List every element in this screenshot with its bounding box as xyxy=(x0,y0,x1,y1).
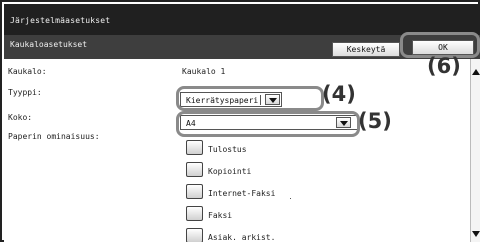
callout-size-frame xyxy=(176,111,360,137)
callout-ok-label: (6) xyxy=(427,54,461,78)
tray-value: Kaukalo 1 xyxy=(182,67,226,76)
checkbox-print[interactable] xyxy=(186,140,203,155)
checkbox-fax-label: Faksi xyxy=(208,211,233,220)
callout-size-label: (5) xyxy=(358,109,392,133)
checkbox-fax[interactable] xyxy=(186,206,203,221)
checkbox-document-filing[interactable] xyxy=(186,228,203,242)
checkbox-copy[interactable] xyxy=(186,162,203,177)
settings-window: Järjestelmäasetukset Kaukaloasetukset Ke… xyxy=(0,0,480,242)
cancel-button[interactable]: Keskeytä xyxy=(332,42,400,57)
checkbox-print-label: Tulostus xyxy=(208,145,247,154)
callout-type-label: (4) xyxy=(322,82,356,106)
title-bar: Järjestelmäasetukset xyxy=(4,4,480,35)
callout-type-frame xyxy=(176,86,324,111)
size-label: Koko: xyxy=(8,113,33,122)
checkbox-internet-fax[interactable] xyxy=(186,184,203,199)
scroll-up-icon[interactable] xyxy=(472,67,480,77)
tray-label: Kaukalo: xyxy=(8,67,47,76)
window-title: Järjestelmäasetukset xyxy=(10,16,111,25)
paper-property-label: Paperin ominaisuus: xyxy=(8,132,100,141)
checkbox-copy-label: Kopiointi xyxy=(208,167,252,176)
page-title: Kaukaloasetukset xyxy=(10,40,88,49)
checkbox-document-filing-label: Asiak. arkist. xyxy=(208,233,276,242)
checkbox-internet-fax-label: Internet-Faksi xyxy=(208,189,276,198)
stray-dot xyxy=(290,198,291,199)
type-label: Tyyppi: xyxy=(8,88,42,97)
scrollbar[interactable] xyxy=(470,59,480,242)
scroll-down-icon[interactable] xyxy=(472,229,480,239)
